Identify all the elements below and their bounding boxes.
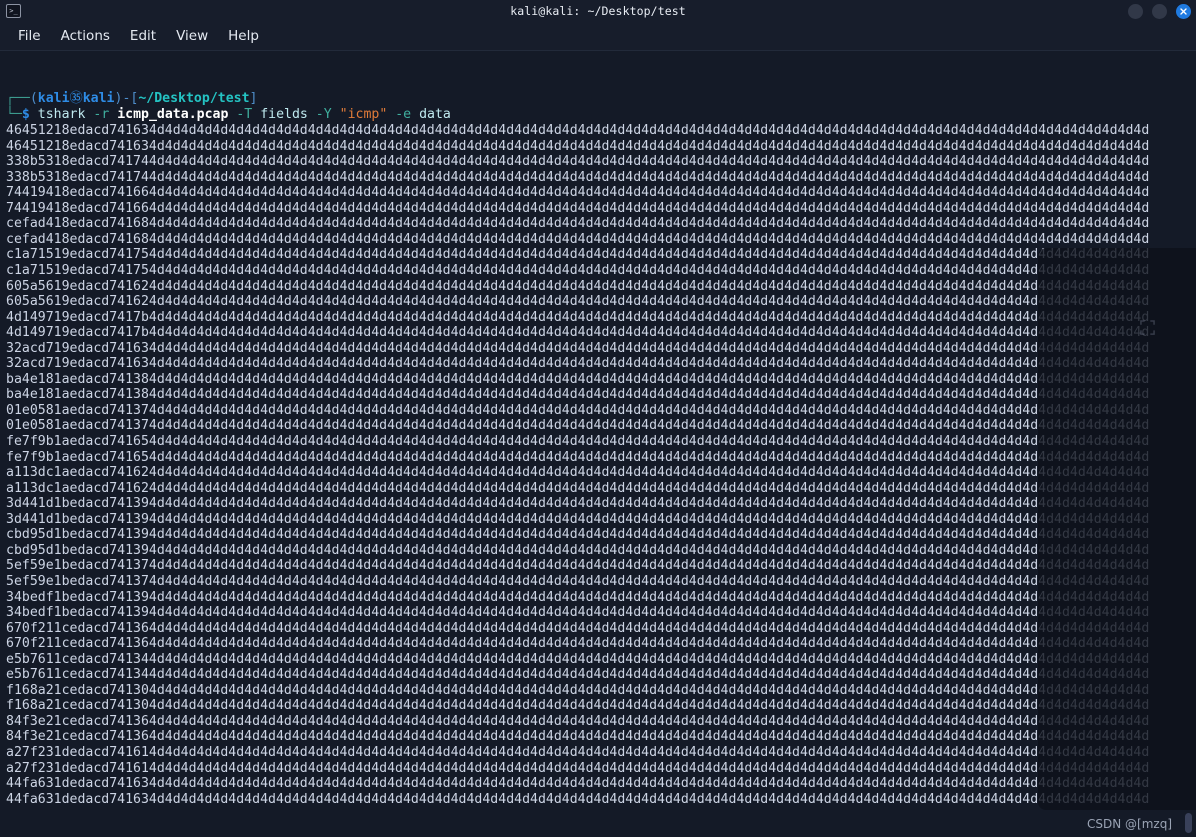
command-flag-Y: -Y [315,106,332,122]
terminal-icon: >_ [6,4,21,18]
prompt-line-2: └─$ tshark -r icmp_data.pcap -T fields -… [6,107,1196,123]
output-line: cefad418edacd741684d4d4d4d4d4d4d4d4d4d4d… [6,216,1150,232]
prompt-line-1: ┌──(kali㉟kali)-[~/Desktop/test] [6,91,1196,107]
prompt-frame-top: ┌── [6,91,30,106]
close-icon [1180,7,1187,15]
window-controls [1128,0,1191,22]
output-line: a113dc1aedacd741624d4d4d4d4d4d4d4d4d4d4d… [6,465,1150,481]
output-line: 338b5318edacd741744d4d4d4d4d4d4d4d4d4d4d… [6,154,1150,170]
menu-item-view[interactable]: View [166,26,218,46]
output-line: e5b7611cedacd741344d4d4d4d4d4d4d4d4d4d4d… [6,651,1150,667]
output-line: f168a21cedacd741304d4d4d4d4d4d4d4d4d4d4d… [6,698,1150,714]
menu-item-help[interactable]: Help [218,26,269,46]
output-line: 34bedf1bedacd741394d4d4d4d4d4d4d4d4d4d4d… [6,605,1150,621]
output-line: c1a71519edacd741754d4d4d4d4d4d4d4d4d4d4d… [6,263,1150,279]
command-flag-e: -e [395,106,412,122]
window-title: kali@kali: ~/Desktop/test [510,4,686,18]
prompt-user: kali [37,91,70,106]
command-flag-r: -r [93,106,110,122]
command-flag-T: -T [236,106,253,122]
output-line: 74419418edacd741664d4d4d4d4d4d4d4d4d4d4d… [6,200,1150,216]
output-line: 4d149719edacd7417b4d4d4d4d4d4d4d4d4d4d4d… [6,325,1150,341]
output-line: 605a5619edacd741624d4d4d4d4d4d4d4d4d4d4d… [6,294,1150,310]
command-file-arg: icmp_data.pcap [117,106,229,122]
output-line: 5ef59e1bedacd741374d4d4d4d4d4d4d4d4d4d4d… [6,573,1150,589]
prompt-at-glyph: ㉟ [69,91,83,106]
prompt-host: kali [82,91,115,106]
output-line: 44fa631dedacd741634d4d4d4d4d4d4d4d4d4d4d… [6,776,1150,792]
output-line: 84f3e21cedacd741364d4d4d4d4d4d4d4d4d4d4d… [6,713,1150,729]
prompt-frame-bottom: └─ [6,106,22,122]
prompt-dollar: $ [21,106,30,122]
output-line: 3d441d1bedacd741394d4d4d4d4d4d4d4d4d4d4d… [6,496,1150,512]
menu-item-actions[interactable]: Actions [51,26,120,46]
output-line: 34bedf1bedacd741394d4d4d4d4d4d4d4d4d4d4d… [6,589,1150,605]
output-line: 4d149719edacd7417b4d4d4d4d4d4d4d4d4d4d4d… [6,309,1150,325]
output-line: 32acd719edacd741634d4d4d4d4d4d4d4d4d4d4d… [6,340,1150,356]
prompt-open-paren: ( [29,91,38,106]
output-line: 670f211cedacd741364d4d4d4d4d4d4d4d4d4d4d… [6,636,1150,652]
output-line: cefad418edacd741684d4d4d4d4d4d4d4d4d4d4d… [6,231,1150,247]
watermark: CSDN @[mzq] [1087,817,1172,831]
output-line: 46451218edacd741634d4d4d4d4d4d4d4d4d4d4d… [6,138,1150,154]
output-line: 338b5318edacd741744d4d4d4d4d4d4d4d4d4d4d… [6,169,1150,185]
output-line: cbd95d1bedacd741394d4d4d4d4d4d4d4d4d4d4d… [6,542,1150,558]
output-line: 3d441d1bedacd741394d4d4d4d4d4d4d4d4d4d4d… [6,511,1150,527]
prompt-path: ~/Desktop/test [138,91,250,106]
output-line: c1a71519edacd741754d4d4d4d4d4d4d4d4d4d4d… [6,247,1150,263]
command-output: 46451218edacd741634d4d4d4d4d4d4d4d4d4d4d… [6,123,1196,807]
maximize-button[interactable] [1152,3,1167,19]
output-line: 01e0581aedacd741374d4d4d4d4d4d4d4d4d4d4d… [6,418,1150,434]
output-line: 605a5619edacd741624d4d4d4d4d4d4d4d4d4d4d… [6,278,1150,294]
title-bar: >_ kali@kali: ~/Desktop/test [0,0,1196,22]
command-arg-data: data [419,106,451,122]
menu-bar: File Actions Edit View Help [0,22,1196,51]
output-line: 5ef59e1bedacd741374d4d4d4d4d4d4d4d4d4d4d… [6,558,1150,574]
output-line: a113dc1aedacd741624d4d4d4d4d4d4d4d4d4d4d… [6,480,1150,496]
output-line: f168a21cedacd741304d4d4d4d4d4d4d4d4d4d4d… [6,682,1150,698]
output-line: ba4e181aedacd741384d4d4d4d4d4d4d4d4d4d4d… [6,387,1150,403]
terminal-content[interactable]: ┌──(kali㉟kali)-[~/Desktop/test] └─$ tsha… [0,51,1196,837]
output-line: a27f231dedacd741614d4d4d4d4d4d4d4d4d4d4d… [6,760,1150,776]
output-line: cbd95d1bedacd741394d4d4d4d4d4d4d4d4d4d4d… [6,527,1150,543]
scrollbar-thumb[interactable] [1185,813,1192,833]
fullscreen-expand-icon[interactable] [1140,320,1155,335]
terminal-window: >_ kali@kali: ~/Desktop/test File Action… [0,0,1196,837]
output-line: 84f3e21cedacd741364d4d4d4d4d4d4d4d4d4d4d… [6,729,1150,745]
output-line: ba4e181aedacd741384d4d4d4d4d4d4d4d4d4d4d… [6,371,1150,387]
menu-item-edit[interactable]: Edit [120,26,166,46]
command-filter-arg: "icmp" [339,106,388,122]
shell-prompt: ┌──(kali㉟kali)-[~/Desktop/test] └─$ tsha… [6,91,1196,122]
output-line: 32acd719edacd741634d4d4d4d4d4d4d4d4d4d4d… [6,356,1150,372]
output-line: a27f231dedacd741614d4d4d4d4d4d4d4d4d4d4d… [6,744,1150,760]
minimize-button[interactable] [1128,3,1143,19]
output-line: e5b7611cedacd741344d4d4d4d4d4d4d4d4d4d4d… [6,667,1150,683]
output-line: 46451218edacd741634d4d4d4d4d4d4d4d4d4d4d… [6,123,1150,139]
command-name: tshark [37,106,86,122]
output-line: fe7f9b1aedacd741654d4d4d4d4d4d4d4d4d4d4d… [6,434,1150,450]
output-line: 01e0581aedacd741374d4d4d4d4d4d4d4d4d4d4d… [6,402,1150,418]
command-arg-fields: fields [260,106,308,122]
prompt-close-bracket: ] [249,91,258,106]
output-line: 74419418edacd741664d4d4d4d4d4d4d4d4d4d4d… [6,185,1150,201]
output-line: 44fa631dedacd741634d4d4d4d4d4d4d4d4d4d4d… [6,791,1150,807]
output-line: 670f211cedacd741364d4d4d4d4d4d4d4d4d4d4d… [6,620,1150,636]
output-line: fe7f9b1aedacd741654d4d4d4d4d4d4d4d4d4d4d… [6,449,1150,465]
menu-item-file[interactable]: File [8,26,51,46]
close-button[interactable] [1176,3,1191,19]
